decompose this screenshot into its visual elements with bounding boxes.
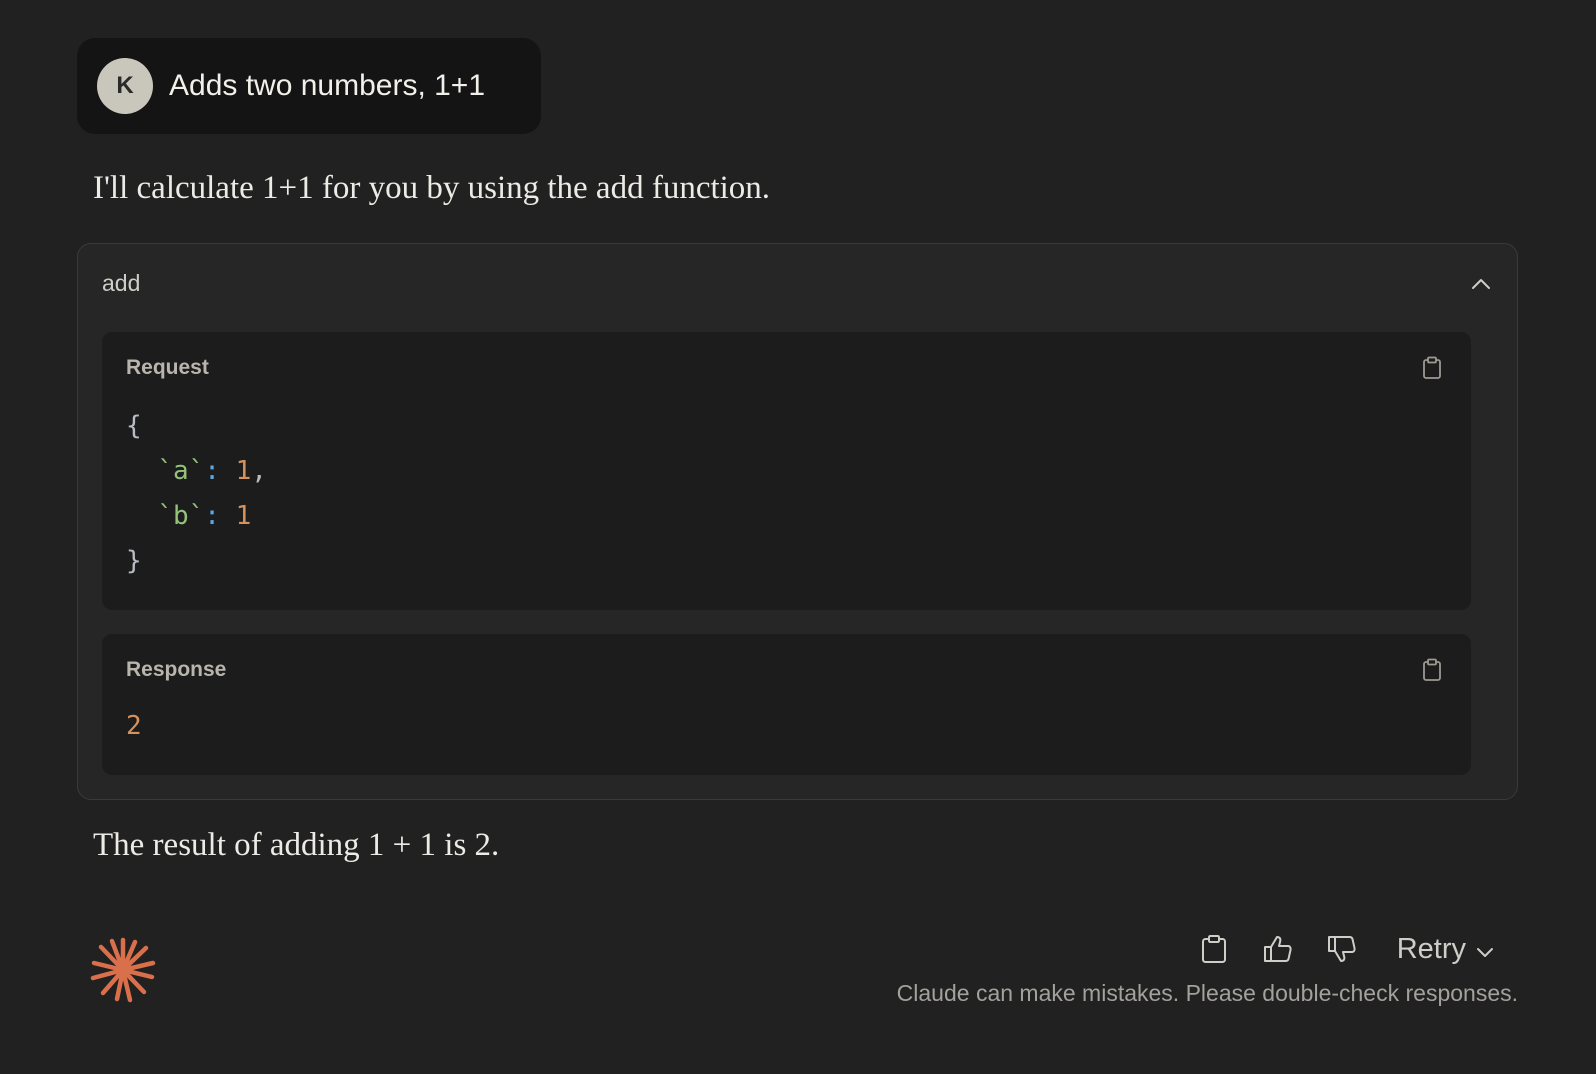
request-title: Request	[126, 356, 209, 379]
response-code: 2	[126, 704, 142, 749]
retry-label: Retry	[1396, 932, 1466, 965]
assistant-intro-text: I'll calculate 1+1 for you by using the …	[93, 170, 771, 206]
clipboard-icon[interactable]	[1419, 656, 1445, 684]
param-colon-b: :	[204, 501, 220, 531]
response-title: Response	[126, 658, 227, 681]
user-message-bubble: K Adds two numbers, 1+1	[77, 38, 541, 134]
thumbs-down-icon[interactable]	[1323, 930, 1361, 968]
param-comma-a: ,	[251, 456, 267, 486]
retry-button[interactable]: Retry	[1397, 933, 1494, 966]
assistant-result-text: The result of adding 1 + 1 is 2.	[93, 827, 500, 863]
chat-page: K Adds two numbers, 1+1 I'll calculate 1…	[0, 0, 1596, 1074]
clipboard-icon[interactable]	[1419, 354, 1445, 382]
user-message-text: Adds two numbers, 1+1	[169, 69, 486, 102]
param-key-b: `b`	[157, 501, 205, 531]
chevron-down-icon	[1476, 933, 1494, 966]
user-avatar[interactable]: K	[97, 58, 153, 114]
tool-call-card: add Request { `a`: 1, `b`: 1 } Response	[77, 243, 1518, 800]
copy-clipboard-icon[interactable]	[1195, 930, 1233, 968]
claude-starburst-icon	[90, 937, 156, 1003]
thumbs-up-icon[interactable]	[1259, 930, 1297, 968]
open-brace: {	[126, 411, 142, 441]
request-code: { `a`: 1, `b`: 1 }	[126, 404, 267, 584]
response-panel: Response 2	[102, 634, 1471, 775]
param-colon-a: :	[204, 456, 220, 486]
param-value-b: 1	[235, 501, 252, 531]
response-value: 2	[126, 711, 142, 741]
chevron-up-icon[interactable]	[1467, 270, 1495, 298]
param-key-a: `a`	[157, 456, 205, 486]
tool-name[interactable]: add	[102, 270, 140, 297]
param-value-a: 1	[235, 456, 252, 486]
request-panel: Request { `a`: 1, `b`: 1 }	[102, 332, 1471, 610]
disclaimer-text: Claude can make mistakes. Please double-…	[896, 980, 1518, 1006]
close-brace: }	[126, 546, 142, 576]
message-actions: Retry	[1195, 930, 1494, 968]
